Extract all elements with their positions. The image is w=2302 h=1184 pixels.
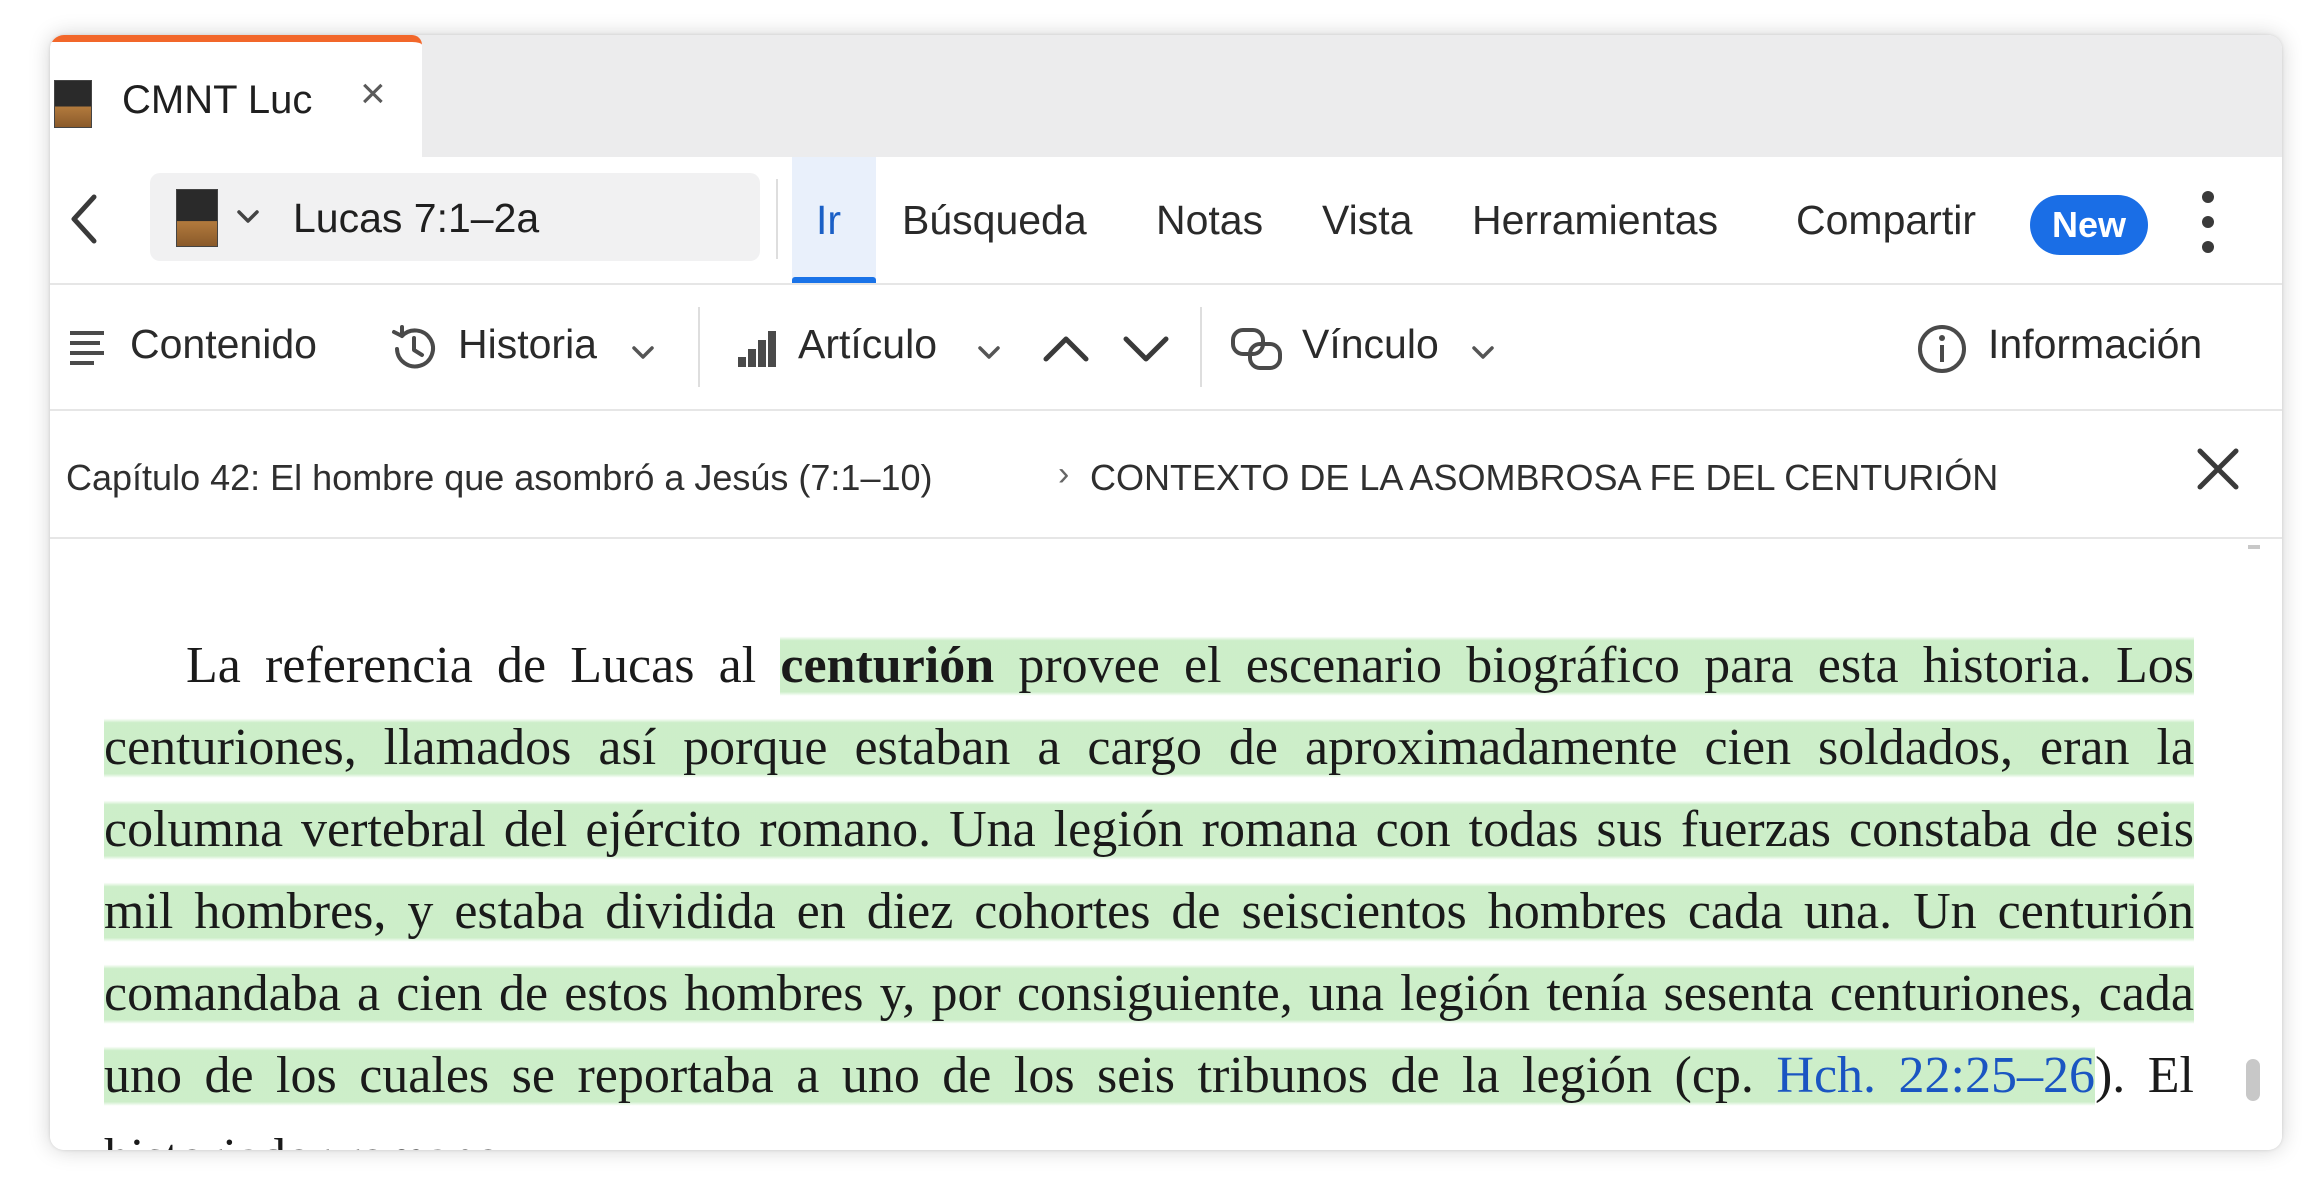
highlighted-text: centurión provee el escenario biográfico…: [104, 631, 2194, 1110]
scrollbar-arrow[interactable]: [2248, 545, 2260, 549]
chevron-down-icon[interactable]: [630, 343, 656, 363]
chevron-up-icon[interactable]: [1040, 329, 1092, 369]
app-window: CMNT Luc × Lucas 7:1–2a Ir Búsqueda Nota…: [50, 35, 2282, 1150]
breadcrumb-separator: ›: [1058, 455, 1070, 493]
main-toolbar: Lucas 7:1–2a Ir Búsqueda Notas Vista Her…: [50, 157, 2282, 285]
menu-ir[interactable]: Ir: [816, 197, 841, 244]
chevron-down-icon[interactable]: [1470, 343, 1496, 363]
info-icon[interactable]: [1916, 323, 1968, 375]
menu-vista[interactable]: Vista: [1322, 197, 1412, 244]
chevron-left-icon[interactable]: [64, 189, 108, 249]
articulo-button[interactable]: Artículo: [798, 321, 937, 368]
list-icon[interactable]: [68, 327, 108, 369]
menu-notas[interactable]: Notas: [1156, 197, 1263, 244]
new-badge: New: [2030, 195, 2148, 255]
chevron-down-icon[interactable]: [234, 203, 262, 231]
chevron-down-icon[interactable]: [1120, 329, 1172, 369]
link-icon[interactable]: [1230, 325, 1284, 373]
breadcrumb-chapter[interactable]: Capítulo 42: El hombre que asombró a Jes…: [66, 457, 933, 499]
article-text-lead: La referencia de Lucas al: [186, 637, 781, 694]
divider: [776, 179, 778, 259]
menu-herramientas[interactable]: Herramientas: [1472, 197, 1718, 244]
article-text-body: provee el escenario biográfico para esta…: [104, 637, 2194, 1104]
breadcrumb: Capítulo 42: El hombre que asombró a Jes…: [50, 411, 2282, 539]
divider: [1200, 307, 1202, 387]
article-paragraph: La referencia de Lucas al centurión prov…: [104, 625, 2194, 1150]
menu-busqueda[interactable]: Búsqueda: [902, 197, 1087, 244]
article-term-centurion: centurión: [780, 637, 995, 694]
tab-cmnt-luc[interactable]: CMNT Luc ×: [50, 35, 422, 157]
history-icon[interactable]: [388, 323, 440, 375]
secondary-toolbar: Contenido Historia Artículo Vínculo Info…: [50, 285, 2282, 411]
informacion-button[interactable]: Información: [1988, 321, 2202, 368]
scripture-reference-link[interactable]: Hch. 22:25–26: [1776, 1047, 2095, 1104]
divider: [698, 307, 700, 387]
reference-text[interactable]: Lucas 7:1–2a: [293, 195, 539, 242]
bar-chart-icon[interactable]: [736, 329, 778, 369]
book-cover-icon: [54, 80, 92, 128]
vinculo-button[interactable]: Vínculo: [1302, 321, 1439, 368]
kebab-icon[interactable]: [2198, 187, 2218, 257]
book-cover-icon: [176, 189, 218, 247]
article-content: La referencia de Lucas al centurión prov…: [50, 539, 2282, 1150]
chevron-down-icon[interactable]: [976, 343, 1002, 363]
contenido-button[interactable]: Contenido: [130, 321, 317, 368]
tab-close-icon[interactable]: ×: [360, 72, 386, 116]
scrollbar-thumb[interactable]: [2246, 1059, 2260, 1101]
menu-compartir[interactable]: Compartir: [1796, 197, 1976, 244]
tab-title: CMNT Luc: [122, 78, 313, 122]
breadcrumb-section[interactable]: CONTEXTO DE LA ASOMBROSA FE DEL CENTURIÓ…: [1090, 457, 1998, 499]
tab-strip: CMNT Luc ×: [50, 35, 2282, 157]
reference-selector[interactable]: Lucas 7:1–2a: [150, 173, 760, 261]
historia-button[interactable]: Historia: [458, 321, 597, 368]
close-icon[interactable]: [2190, 441, 2246, 497]
active-menu-indicator: [792, 277, 876, 283]
